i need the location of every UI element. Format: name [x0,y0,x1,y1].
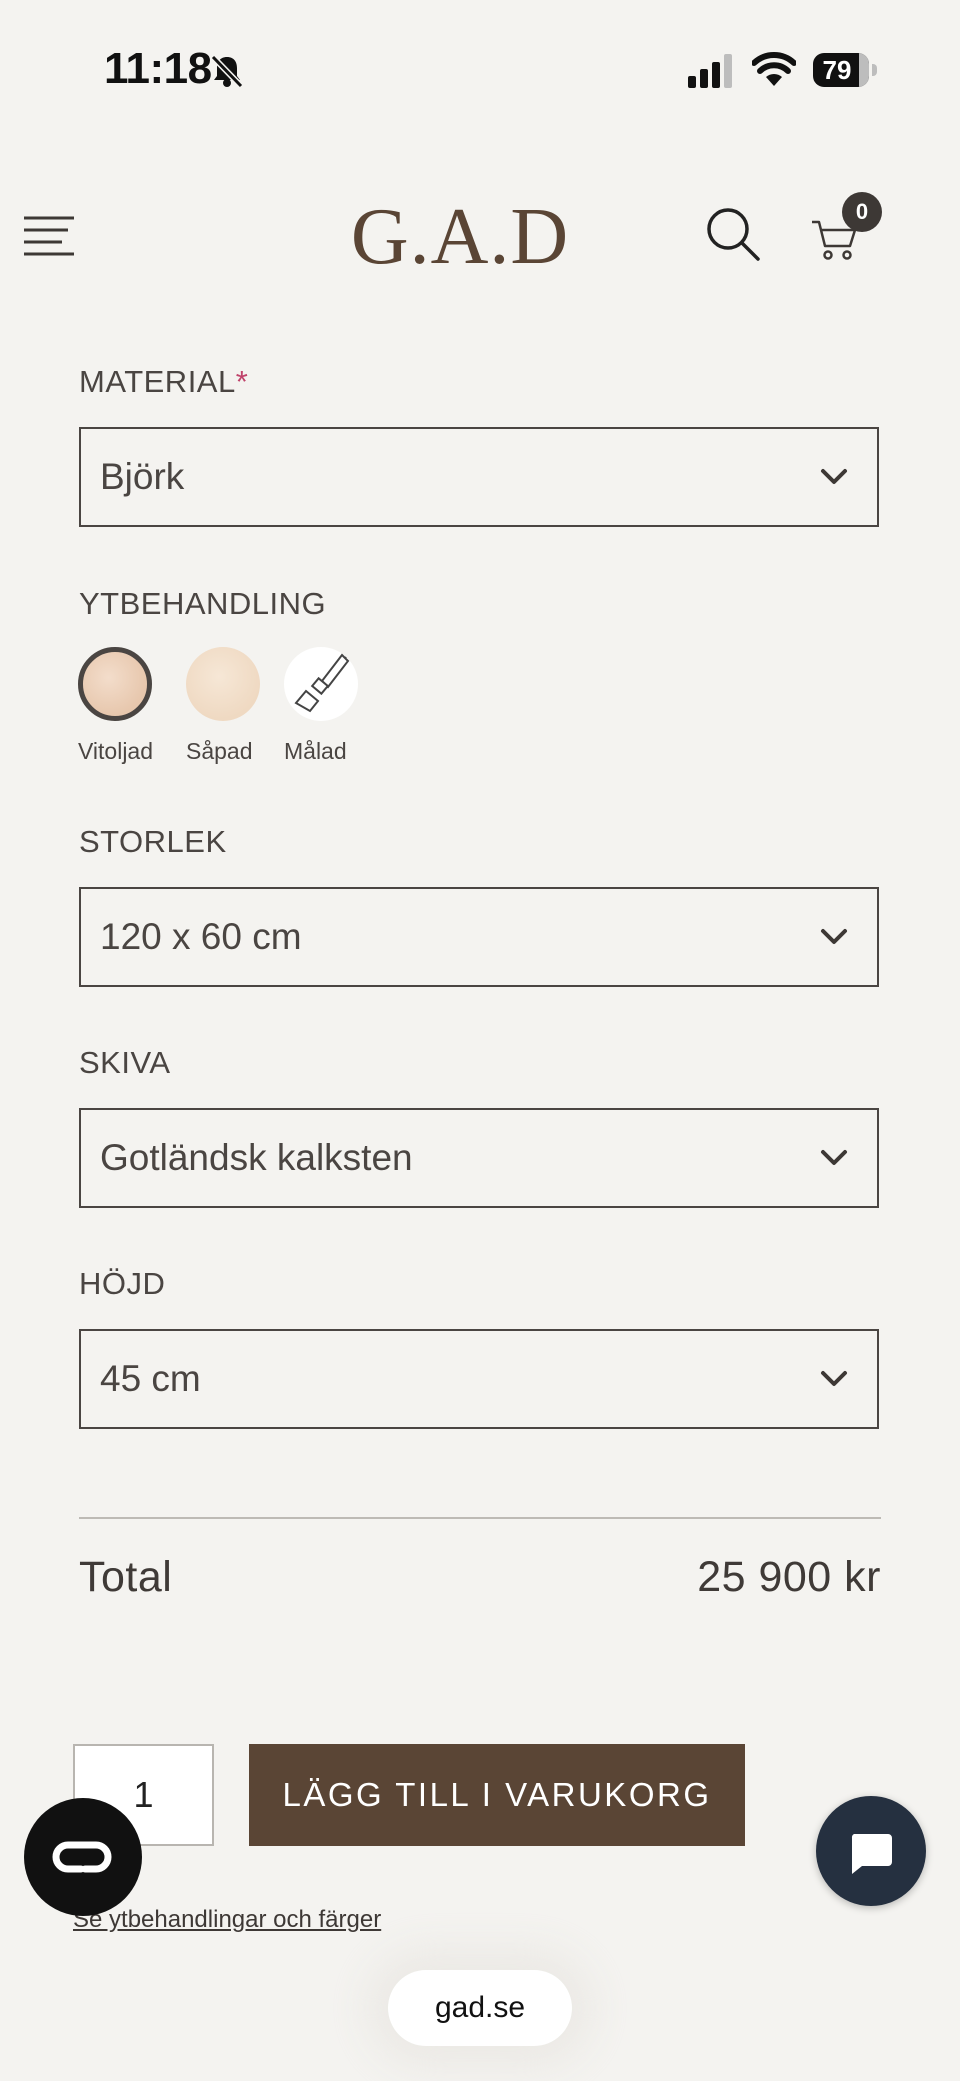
size-value: 120 x 60 cm [100,916,302,957]
chat-bubble-icon [851,1834,892,1874]
battery-level: 79 [822,55,852,85]
required-mark: * [235,364,249,399]
chevron-down-icon [821,469,847,484]
divider [79,1517,881,1519]
bell-muted-icon [210,54,244,89]
wifi-icon [752,52,796,86]
chevron-down-icon [821,1150,847,1165]
size-select[interactable]: 120 x 60 cm [79,887,879,987]
chevron-down-icon [821,929,847,944]
height-label: HÖJD [79,1266,166,1301]
add-to-cart-button[interactable]: LÄGG TILL I VARUKORG [249,1744,745,1846]
top-value: Gotländsk kalksten [100,1137,413,1178]
total-price: 25 900 kr [697,1553,881,1601]
swatch-label-vitoljad: Vitoljad [78,738,154,764]
total-label: Total [79,1553,173,1601]
height-select[interactable]: 45 cm [79,1329,879,1429]
signal-icon [688,54,732,88]
chevron-down-icon [821,1371,847,1386]
brand-logo[interactable]: G.A.D [300,192,620,283]
browser-url-bar[interactable]: gad.se [388,1970,572,2046]
search-icon[interactable] [705,206,761,262]
menu-icon[interactable] [22,214,76,258]
swatch-label-malad: Målad [284,738,347,764]
swatch-label-sapad: Såpad [186,738,253,764]
paintbrush-icon [294,653,350,713]
accessibility-button[interactable] [24,1798,142,1916]
swatch-malad[interactable] [284,647,358,721]
finish-label: YTBEHANDLING [79,586,327,621]
status-time: 11:18 [104,44,212,93]
link-loop-icon [52,1841,112,1873]
material-value: Björk [100,456,185,497]
swatch-vitoljad[interactable] [78,647,152,721]
material-select[interactable]: Björk [79,427,879,527]
top-label: SKIVA [79,1045,171,1080]
chat-button[interactable] [816,1796,926,1906]
size-label: STORLEK [79,824,227,859]
cart-count-badge[interactable]: 0 [842,192,882,232]
material-label: MATERIAL* [79,364,249,399]
top-select[interactable]: Gotländsk kalksten [79,1108,879,1208]
swatch-sapad[interactable] [186,647,260,721]
battery-icon: 79 [813,53,877,87]
height-value: 45 cm [100,1358,201,1399]
